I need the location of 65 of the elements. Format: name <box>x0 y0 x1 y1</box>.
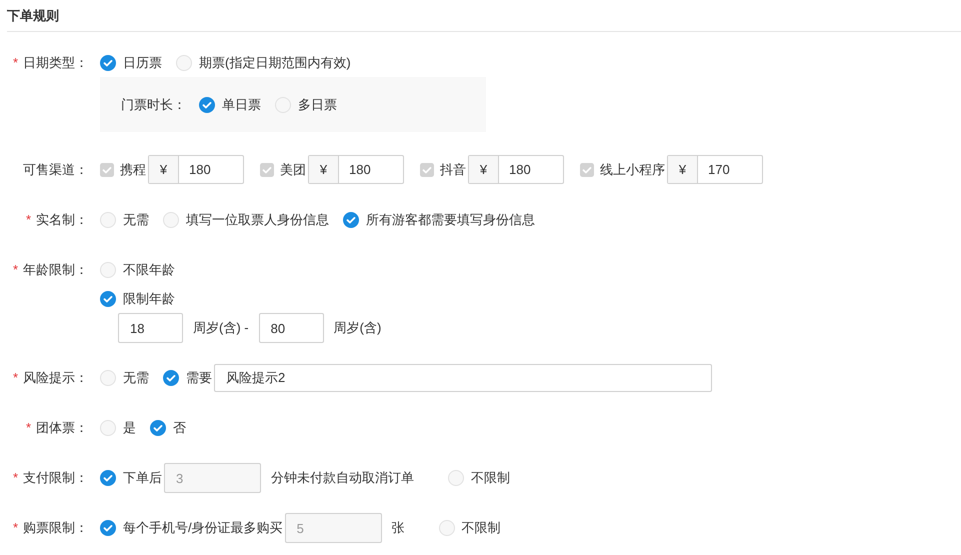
required-mark: * <box>12 470 18 485</box>
radio-button[interactable] <box>100 370 116 386</box>
radio-button[interactable] <box>448 470 464 486</box>
option-label[interactable]: 下单后 <box>123 469 162 487</box>
required-mark: * <box>12 55 18 70</box>
radio-button[interactable] <box>100 262 116 278</box>
option-label[interactable]: 多日票 <box>298 96 337 114</box>
radio-button[interactable] <box>100 212 116 228</box>
field-text: 周岁(含) - <box>193 319 249 337</box>
currency-prefix: ¥ <box>469 156 499 183</box>
price-value: 180 <box>348 161 372 179</box>
option-label[interactable]: 每个手机号/身份证最多购买 <box>123 519 283 537</box>
required-mark: * <box>26 420 31 435</box>
radio-button[interactable] <box>343 212 359 228</box>
radio-button[interactable] <box>150 420 166 436</box>
section-title: 下单规则 <box>7 6 59 24</box>
option-label[interactable]: 期票(指定日期范围内有效) <box>199 54 351 72</box>
radio-button[interactable] <box>100 520 116 536</box>
radio-button[interactable] <box>100 290 116 306</box>
option-label[interactable]: 单日票 <box>222 96 261 114</box>
required-mark: * <box>12 262 18 277</box>
currency-prefix: ¥ <box>149 156 179 183</box>
field-label: 支付限制： <box>23 470 88 485</box>
field-label: 团体票： <box>36 420 88 435</box>
radio-button[interactable] <box>199 96 215 112</box>
field-label: 可售渠道： <box>23 162 88 177</box>
option-label[interactable]: 不限制 <box>462 519 501 537</box>
price-value: 180 <box>188 161 212 179</box>
field-label: 实名制： <box>36 212 88 227</box>
radio-button[interactable] <box>100 470 116 486</box>
field-label: 年龄限制： <box>23 262 88 277</box>
input-field[interactable]: 18 <box>118 313 183 343</box>
option-label[interactable]: 不限年龄 <box>123 260 175 278</box>
option-label[interactable]: 是 <box>123 418 136 436</box>
option-label[interactable]: 日历票 <box>123 54 162 72</box>
option-label[interactable]: 需要 <box>186 368 212 386</box>
field-label: 门票时长： <box>121 96 186 114</box>
field-label: 购票限制： <box>23 520 88 535</box>
option-label[interactable]: 不限制 <box>471 469 510 487</box>
option-label[interactable]: 否 <box>173 418 186 436</box>
radio-button[interactable] <box>100 420 116 436</box>
radio-button[interactable] <box>163 212 179 228</box>
required-mark: * <box>12 370 18 385</box>
price-value: 170 <box>707 161 731 179</box>
currency-prefix: ¥ <box>309 156 339 183</box>
price-value: 180 <box>508 161 532 179</box>
field-text: 分钟未付款自动取消订单 <box>271 469 414 487</box>
field-label: 日期类型： <box>23 55 88 70</box>
radio-button[interactable] <box>100 54 116 70</box>
option-label[interactable]: 无需 <box>123 210 149 228</box>
field-label: 风险提示： <box>23 370 88 385</box>
radio-button[interactable] <box>438 520 455 536</box>
field-text: 周岁(含) <box>334 319 382 337</box>
input-field[interactable]: 风险提示2 <box>214 364 712 392</box>
required-mark: * <box>26 212 31 227</box>
option-label[interactable]: 限制年龄 <box>123 290 175 308</box>
field-text: 张 <box>392 519 405 537</box>
option-label[interactable]: 无需 <box>123 368 149 386</box>
currency-prefix: ¥ <box>668 156 698 183</box>
option-label[interactable]: 所有游客都需要填写身份信息 <box>366 210 535 228</box>
radio-button[interactable] <box>176 54 192 70</box>
option-label[interactable]: 填写一位取票人身份信息 <box>186 210 329 228</box>
required-mark: * <box>12 520 18 535</box>
radio-button[interactable] <box>163 370 179 386</box>
input-field[interactable]: 80 <box>258 313 324 343</box>
